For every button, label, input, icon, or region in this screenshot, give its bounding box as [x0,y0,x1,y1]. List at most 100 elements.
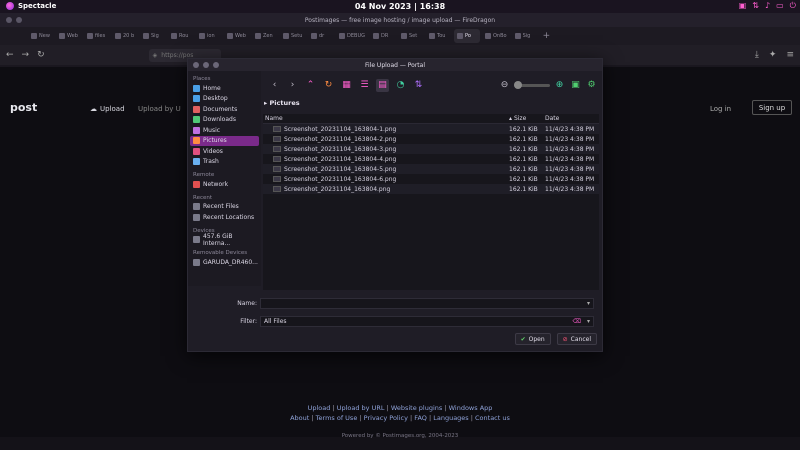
footer-link[interactable]: Languages [433,414,468,422]
browser-tab[interactable]: Web [224,29,250,43]
network-icon[interactable]: ⇅ [752,1,759,11]
sidebar-item-457-6-gib-interna[interactable]: 457.6 GiB Interna... [188,233,261,247]
download-icon[interactable]: ⤓ [755,50,759,60]
menu-icon[interactable]: ≡ [786,50,794,60]
file-row[interactable]: Screenshot_20231104_163804-4.png 162.1 Ki… [263,154,599,164]
browser-tab[interactable]: Rou [168,29,194,43]
sidebar-item-home[interactable]: Home [188,83,261,94]
file-row[interactable]: Screenshot_20231104_163804-2.png 162.1 Ki… [263,134,599,144]
file-date: 11/4/23 4:38 PM [545,165,595,173]
file-row[interactable]: Screenshot_20231104_163804-5.png 162.1 Ki… [263,164,599,174]
preview-icon[interactable]: ◔ [394,79,407,92]
browser-tab[interactable]: Set [398,29,424,43]
icon-view-icon[interactable]: ▦ [340,79,353,92]
filename-input[interactable]: ▾ [260,297,594,309]
zoom-slider-handle[interactable] [514,80,522,89]
zoom-in-icon[interactable]: ⊕ [553,79,566,92]
upload-nav-link[interactable]: ☁ Upload [90,105,125,113]
close-window-button[interactable] [6,17,12,23]
reload-icon[interactable]: ↻ [37,50,45,60]
parent-folder-icon[interactable]: ⌃ [304,79,317,92]
sidebar-item-desktop[interactable]: Desktop [188,94,261,105]
chevron-down-icon[interactable]: ▾ [587,300,590,307]
file-row[interactable]: Screenshot_20231104_163804-3.png 162.1 Ki… [263,144,599,154]
browser-tab[interactable]: ion [196,29,222,43]
file-row[interactable]: Screenshot_20231104_163804-6.png 162.1 Ki… [263,174,599,184]
browser-tab[interactable]: OnBo [482,29,510,43]
breadcrumb[interactable]: ▸ Pictures [264,99,300,107]
forward-icon[interactable]: › [286,79,299,92]
zoom-slider[interactable] [514,80,550,89]
dialog-close-button[interactable] [193,62,199,68]
clock[interactable]: 04 Nov 2023 | 16:38 [0,2,800,11]
reload-icon[interactable]: ↻ [322,79,335,92]
browser-tab[interactable]: Tou [426,29,452,43]
browser-tab[interactable]: Web [56,29,82,43]
signup-button[interactable]: Sign up [752,100,792,115]
footer-link[interactable]: FAQ [414,414,427,422]
browser-tab[interactable]: Sig [512,29,538,43]
detail-view-icon[interactable]: ▤ [376,78,389,92]
clipboard-icon[interactable]: ▣ [739,1,747,11]
file-row[interactable]: Screenshot_20231104_163804-1.png 162.1 Ki… [263,124,599,134]
sidebar-item-recent-files[interactable]: Recent Files [188,202,261,213]
browser-tab[interactable]: files [84,29,110,43]
upload-url-nav-link[interactable]: Upload by U [138,105,181,113]
back-icon[interactable]: ← [6,50,14,60]
browser-tab[interactable]: Po [453,29,480,43]
column-header-name[interactable]: Name [263,115,509,122]
column-header-date[interactable]: Date [545,115,599,122]
extensions-icon[interactable]: ✦ [769,50,777,60]
sidebar-item-recent-locations[interactable]: Recent Locations [188,212,261,223]
file-row[interactable]: Screenshot_20231104_163804.png 162.1 KiB 1… [263,184,599,194]
minimize-window-button[interactable] [16,17,22,23]
login-link[interactable]: Log in [710,105,731,113]
dialog-maximize-button[interactable] [213,62,219,68]
footer-link[interactable]: Upload by URL [337,404,385,412]
footer-link[interactable]: Upload [308,404,331,412]
browser-tab[interactable]: dr [308,29,334,43]
footer-link[interactable]: Terms of Use [316,414,358,422]
footer-link[interactable]: Privacy Policy [364,414,408,422]
sidebar-item-music[interactable]: Music [188,125,261,136]
site-logo[interactable]: post [10,101,37,114]
browser-tab[interactable]: DEBUG [336,29,368,43]
volume-icon[interactable]: ♪ [765,1,770,11]
power-icon[interactable]: ⏻ [790,1,796,11]
sidebar-item-downloads[interactable]: Downloads [188,115,261,126]
new-tab-button[interactable]: + [540,29,566,43]
sidebar-item-network[interactable]: Network [188,179,261,190]
sidebar-item-documents[interactable]: Documents [188,104,261,115]
browser-tab[interactable]: New [28,29,54,43]
new-folder-icon[interactable]: ▣ [569,79,582,92]
settings-icon[interactable]: ⚙ [585,79,598,92]
compact-view-icon[interactable]: ☰ [358,79,371,92]
footer-link[interactable]: Contact us [475,414,510,422]
footer-link[interactable]: Windows App [449,404,493,412]
browser-tab[interactable]: DR [370,29,396,43]
browser-window-title: Postimages — free image hosting / image … [304,16,496,24]
shield-icon: ◈ [152,51,158,59]
sidebar-item-pictures[interactable]: Pictures [190,135,259,146]
sidebar-item-videos[interactable]: Videos [188,146,261,157]
display-icon[interactable]: ▭ [776,1,784,11]
column-header-size[interactable]: ▴ Size [509,115,545,122]
chevron-down-icon[interactable]: ▾ [587,318,590,325]
sidebar-item-trash[interactable]: Trash [188,157,261,168]
sort-icon[interactable]: ⇅ [412,79,425,92]
browser-tab[interactable]: 20 b [112,29,138,43]
sidebar-item-garuda-dr460[interactable]: GARUDA_DR460... [188,257,261,268]
back-icon[interactable]: ‹ [268,79,281,92]
footer-link[interactable]: Website plugins [391,404,442,412]
cancel-button[interactable]: ⊘ Cancel [556,333,597,345]
dialog-minimize-button[interactable] [203,62,209,68]
clear-filter-icon[interactable]: ⌫ [573,318,581,325]
footer-link[interactable]: About [290,414,309,422]
open-button[interactable]: ✔ Open [514,333,551,345]
filter-select[interactable]: All Files ⌫ ▾ [260,315,594,327]
browser-tab[interactable]: Zen [252,29,278,43]
browser-tab[interactable]: Setu [280,29,306,43]
zoom-out-icon[interactable]: ⊖ [498,79,511,92]
forward-icon[interactable]: → [22,50,30,60]
browser-tab[interactable]: Sig [140,29,166,43]
